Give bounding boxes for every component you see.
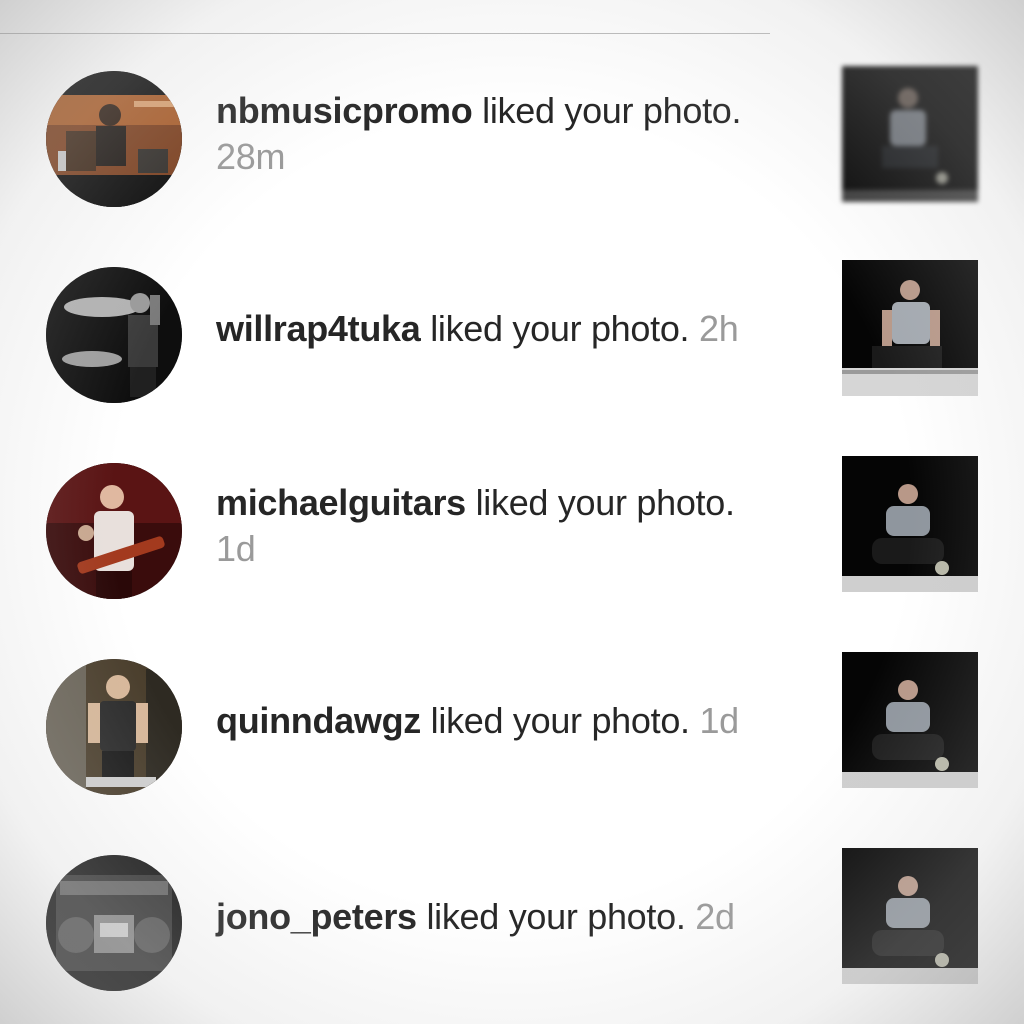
notification-row[interactable]: nbmusicpromo liked your photo. 28m xyxy=(0,40,1024,236)
timestamp: 1d xyxy=(216,528,256,569)
username[interactable]: willrap4tuka xyxy=(216,308,421,349)
timestamp: 1d xyxy=(699,700,739,741)
stage-performer-photo-icon xyxy=(46,267,182,403)
timestamp: 28m xyxy=(216,136,286,177)
text-fade xyxy=(750,90,800,146)
man-crouching-photo-icon xyxy=(842,848,978,984)
timestamp: 2h xyxy=(698,308,739,349)
activity-feed: nbmusicpromo liked your photo. 28m willr… xyxy=(0,0,1024,1024)
notification-text: nbmusicpromo liked your photo. 28m xyxy=(216,88,796,180)
studio-photo-icon xyxy=(46,71,182,207)
username[interactable]: jono_peters xyxy=(216,896,417,937)
boombox-photo-icon xyxy=(46,855,182,991)
man-sitting-photo-icon xyxy=(842,260,978,396)
avatar-jono_peters[interactable] xyxy=(46,855,182,991)
thumbnail-man-sitting[interactable] xyxy=(842,260,978,396)
notification-row[interactable]: jono_peters liked your photo. 2d xyxy=(0,824,1024,1020)
notification-row[interactable]: quinndawgz liked your photo. 1d xyxy=(0,628,1024,824)
action-text: liked your photo. xyxy=(482,90,742,131)
man-sitting-photo-icon xyxy=(842,66,978,202)
thumbnail-man-crouching[interactable] xyxy=(842,848,978,984)
action-text: liked your photo. xyxy=(426,896,686,937)
notification-text: michaelguitars liked your photo. 1d xyxy=(216,480,796,572)
notification-text: quinndawgz liked your photo. 1d xyxy=(216,698,796,744)
avatar-michaelguitars[interactable] xyxy=(46,463,182,599)
timestamp: 2d xyxy=(695,896,735,937)
action-text: liked your photo. xyxy=(430,308,690,349)
notification-row[interactable]: willrap4tuka liked your photo. 2h xyxy=(0,236,1024,432)
username[interactable]: quinndawgz xyxy=(216,700,421,741)
activity-screen: nbmusicpromo liked your photo. 28m willr… xyxy=(0,0,1024,1024)
thumbnail-man-crouching[interactable] xyxy=(842,652,978,788)
action-text: liked your photo. xyxy=(475,482,735,523)
notification-text: willrap4tuka liked your photo. 2h xyxy=(216,306,796,352)
mirror-selfie-photo-icon xyxy=(46,659,182,795)
avatar-quinndawgz[interactable] xyxy=(46,659,182,795)
username[interactable]: michaelguitars xyxy=(216,482,466,523)
man-crouching-photo-icon xyxy=(842,456,978,592)
thumbnail-man-crouching[interactable] xyxy=(842,456,978,592)
notification-row[interactable]: michaelguitars liked your photo. 1d xyxy=(0,432,1024,628)
avatar-willrap4tuka[interactable] xyxy=(46,267,182,403)
notification-text: jono_peters liked your photo. 2d xyxy=(216,894,796,940)
avatar-nbmusicpromo[interactable] xyxy=(46,71,182,207)
guitarist-photo-icon xyxy=(46,463,182,599)
man-crouching-photo-icon xyxy=(842,652,978,788)
action-text: liked your photo. xyxy=(430,700,690,741)
thumbnail-man-sitting-blurred[interactable] xyxy=(842,66,978,202)
username[interactable]: nbmusicpromo xyxy=(216,90,473,131)
